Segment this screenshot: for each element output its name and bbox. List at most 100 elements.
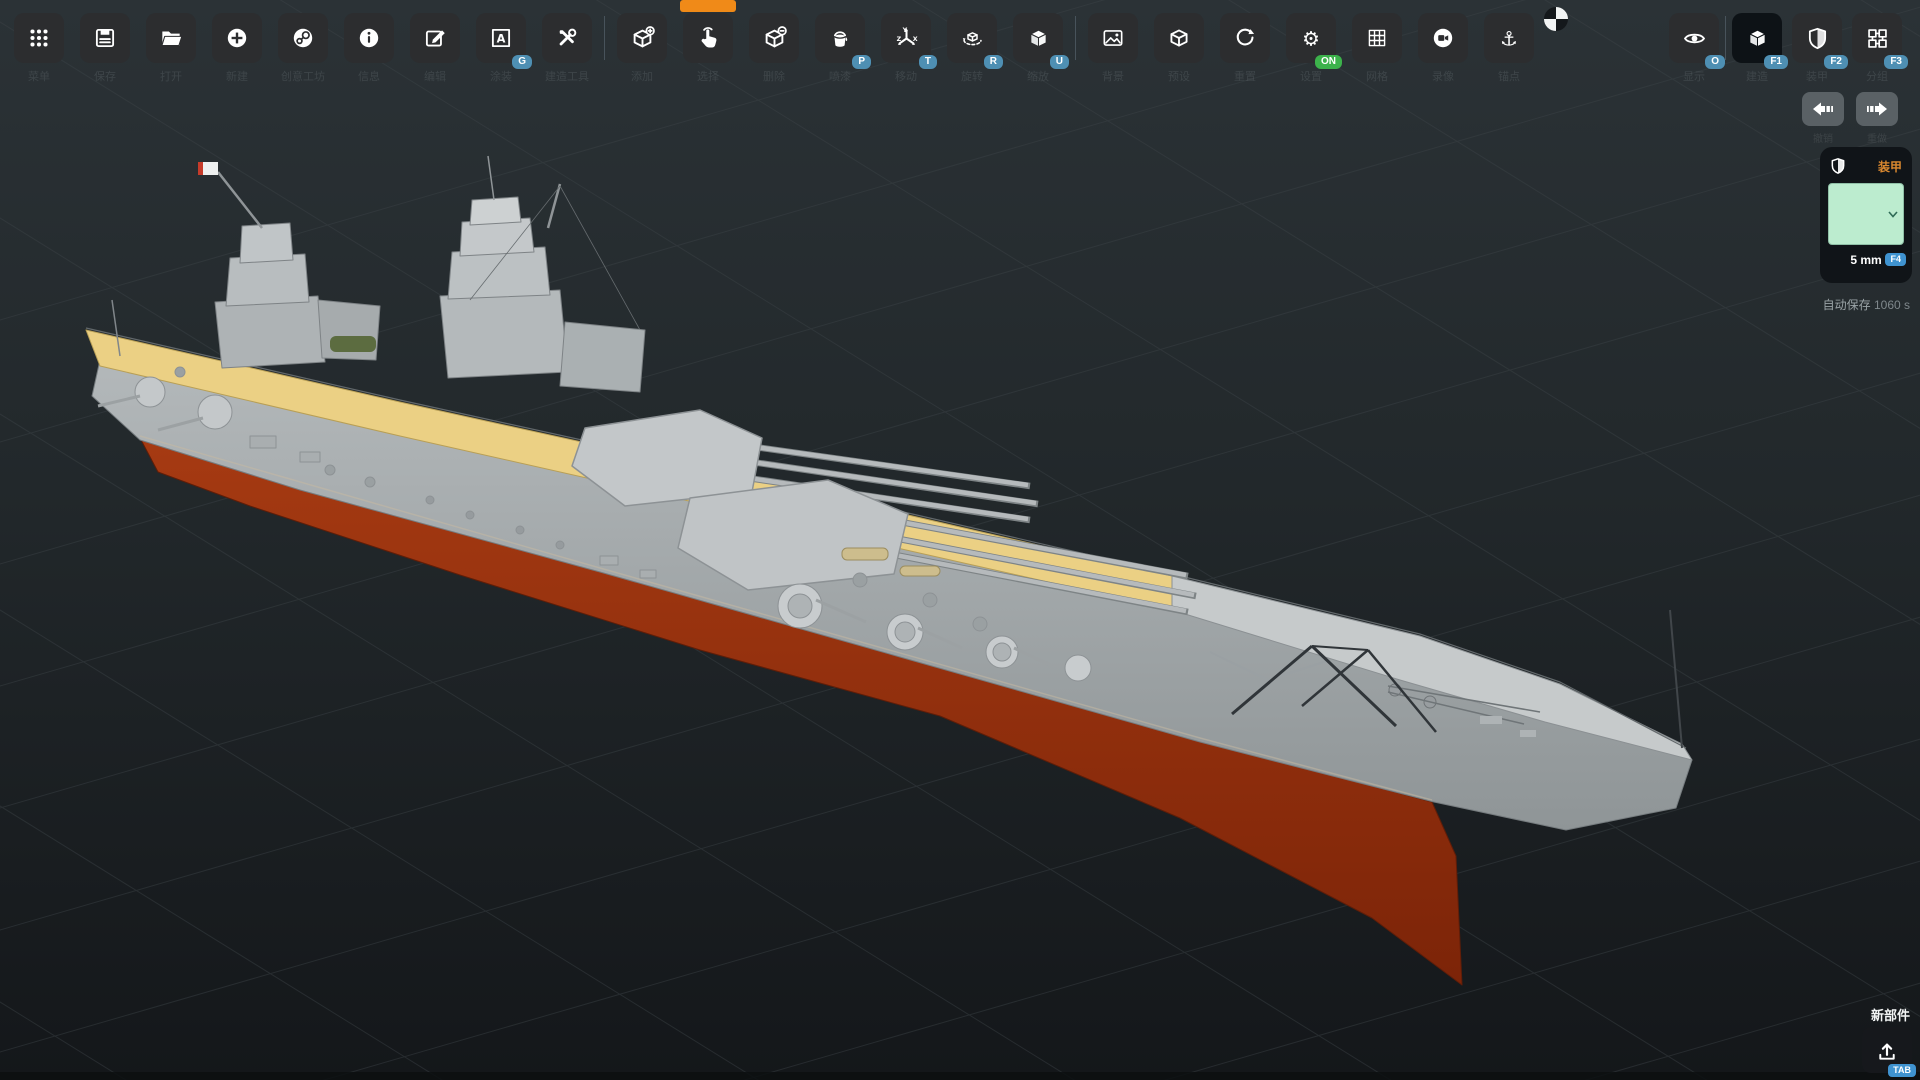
group-mode-hotkey-badge: F3 xyxy=(1884,55,1908,69)
reset-view-button[interactable]: 重置 xyxy=(1220,13,1270,63)
cube-minus-icon xyxy=(761,25,788,52)
chevron-down-icon xyxy=(1888,211,1898,218)
svg-text:⚙: ⚙ xyxy=(1302,28,1320,51)
autosave-status: 自动保存 1060 s xyxy=(1823,296,1910,313)
info-icon xyxy=(356,25,382,51)
upload-tray-icon xyxy=(1874,1037,1900,1063)
workshop-button[interactable]: 创意工坊 xyxy=(278,13,328,63)
camera-icon xyxy=(1430,25,1456,51)
new-part-button[interactable]: TAB xyxy=(1862,1027,1912,1073)
grid-toggle-button[interactable]: 网格 xyxy=(1352,13,1402,63)
letter-a-box-icon: A xyxy=(488,25,514,51)
redo-label: 重做 xyxy=(1867,130,1887,145)
info-button[interactable]: 信息 xyxy=(344,13,394,63)
scale-tool-button[interactable]: U 缩放 xyxy=(1013,13,1063,63)
toolbar-divider xyxy=(1725,16,1726,60)
gear-icon: ⚙ xyxy=(1297,24,1325,52)
open-button[interactable]: 打开 xyxy=(146,13,196,63)
armor-panel-title: 装甲 xyxy=(1878,158,1902,175)
armor-panel: 装甲 5 mm F4 xyxy=(1820,147,1912,283)
cube-plus-icon xyxy=(629,25,656,52)
armor-panel-header: 装甲 xyxy=(1828,155,1904,177)
solid-cube-icon xyxy=(1025,25,1052,52)
armor-hotkey-badge: F4 xyxy=(1885,253,1906,266)
add-block-button[interactable]: 添加 xyxy=(617,13,667,63)
svg-text:⚓: ⚓ xyxy=(1500,28,1518,51)
armor-color-swatch[interactable] xyxy=(1828,183,1904,245)
translate-hotkey-badge: T xyxy=(919,55,937,69)
group-mode-button[interactable]: F3 分组 xyxy=(1852,13,1902,63)
bridge-block xyxy=(560,322,645,392)
mode-cluster: O 显示 F1 建造 F2 装甲 F3 分组 xyxy=(1669,13,1902,63)
toolbar-divider xyxy=(604,16,605,60)
paint-tool-button[interactable]: P 喷漆 xyxy=(815,13,865,63)
autosave-value: 1060 s xyxy=(1874,298,1910,312)
tools-icon xyxy=(554,25,580,51)
svg-text:X: X xyxy=(912,35,917,42)
build-cube-icon xyxy=(1744,25,1771,52)
preset-button[interactable]: 预设 xyxy=(1154,13,1204,63)
translate-tool-button[interactable]: Y Z X T 移动 xyxy=(881,13,931,63)
record-button[interactable]: 录像 xyxy=(1418,13,1468,63)
edit-button[interactable]: 编辑 xyxy=(410,13,460,63)
visibility-button[interactable]: O 显示 xyxy=(1669,13,1719,63)
main-tower-base xyxy=(440,290,568,378)
shield-icon xyxy=(1804,25,1831,52)
new-button[interactable]: 新建 xyxy=(212,13,262,63)
aft-tower-top xyxy=(240,223,293,263)
redo-arrow-icon xyxy=(1865,100,1889,118)
new-part-hotkey-badge: TAB xyxy=(1888,1064,1916,1077)
select-tool-button[interactable]: 选择 xyxy=(683,13,733,63)
rotate-tool-button[interactable]: R 旋转 xyxy=(947,13,997,63)
background-button[interactable]: 背景 xyxy=(1088,13,1138,63)
move-axes-icon: Y Z X xyxy=(893,25,920,52)
steam-icon xyxy=(290,25,316,51)
build-tools-button[interactable]: 建造工具 xyxy=(542,13,592,63)
eye-icon xyxy=(1681,25,1708,52)
ship-viewport[interactable] xyxy=(0,0,1920,1080)
camo-net xyxy=(330,336,376,352)
anchor-icon: ⚓ xyxy=(1495,24,1523,52)
open-folder-icon xyxy=(158,25,184,51)
armor-thickness-row: 5 mm F4 xyxy=(1828,252,1904,268)
anchor-button[interactable]: ⚓ 锚点 xyxy=(1484,13,1534,63)
decal-button[interactable]: A G 涂装 xyxy=(476,13,526,63)
undo-label: 撤销 xyxy=(1813,130,1833,145)
grid-icon xyxy=(1364,25,1390,51)
rotate-arrow-icon xyxy=(1232,25,1258,51)
main-tower-top xyxy=(470,197,521,225)
undo-button[interactable]: 撤销 xyxy=(1802,92,1844,126)
save-button[interactable]: 保存 xyxy=(80,13,130,63)
svg-text:Y: Y xyxy=(901,26,907,33)
armor-thickness-value: 5 mm xyxy=(1850,253,1881,267)
plus-circle-icon xyxy=(224,25,250,51)
main-toolbar: 菜单 保存 打开 新建 创意工坊 xyxy=(14,13,1534,63)
history-controls: 撤销 重做 xyxy=(1802,92,1898,126)
hand-pointer-icon xyxy=(695,25,722,52)
armor-mode-hotkey-badge: F2 xyxy=(1824,55,1848,69)
menu-grid-icon xyxy=(26,25,52,51)
rotate-cube-icon xyxy=(959,25,986,52)
rotate-hotkey-badge: R xyxy=(984,55,1003,69)
cube-outline-icon xyxy=(1166,25,1192,51)
build-mode-button[interactable]: F1 建造 xyxy=(1732,13,1782,63)
bottom-edge-strip xyxy=(0,1072,1920,1080)
paint-bucket-icon xyxy=(827,25,853,51)
modules-icon xyxy=(1864,25,1891,52)
armor-mode-button[interactable]: F2 装甲 xyxy=(1792,13,1842,63)
visibility-hotkey-badge: O xyxy=(1705,55,1725,69)
stern-flag-stripe xyxy=(198,162,203,175)
settings-toggle-button[interactable]: ⚙ ON 设置 xyxy=(1286,13,1336,63)
build-mode-hotkey-badge: F1 xyxy=(1764,55,1788,69)
svg-text:Z: Z xyxy=(896,35,901,42)
image-icon xyxy=(1100,25,1126,51)
decal-hotkey-badge: G xyxy=(512,55,532,69)
menu-button[interactable]: 菜单 xyxy=(14,13,64,63)
redo-button[interactable]: 重做 xyxy=(1856,92,1898,126)
settings-on-badge: ON xyxy=(1315,55,1342,69)
paint-hotkey-badge: P xyxy=(852,55,871,69)
save-icon xyxy=(92,25,118,51)
edit-pencil-icon xyxy=(422,25,448,51)
scale-hotkey-badge: U xyxy=(1050,55,1069,69)
delete-block-button[interactable]: 删除 xyxy=(749,13,799,63)
